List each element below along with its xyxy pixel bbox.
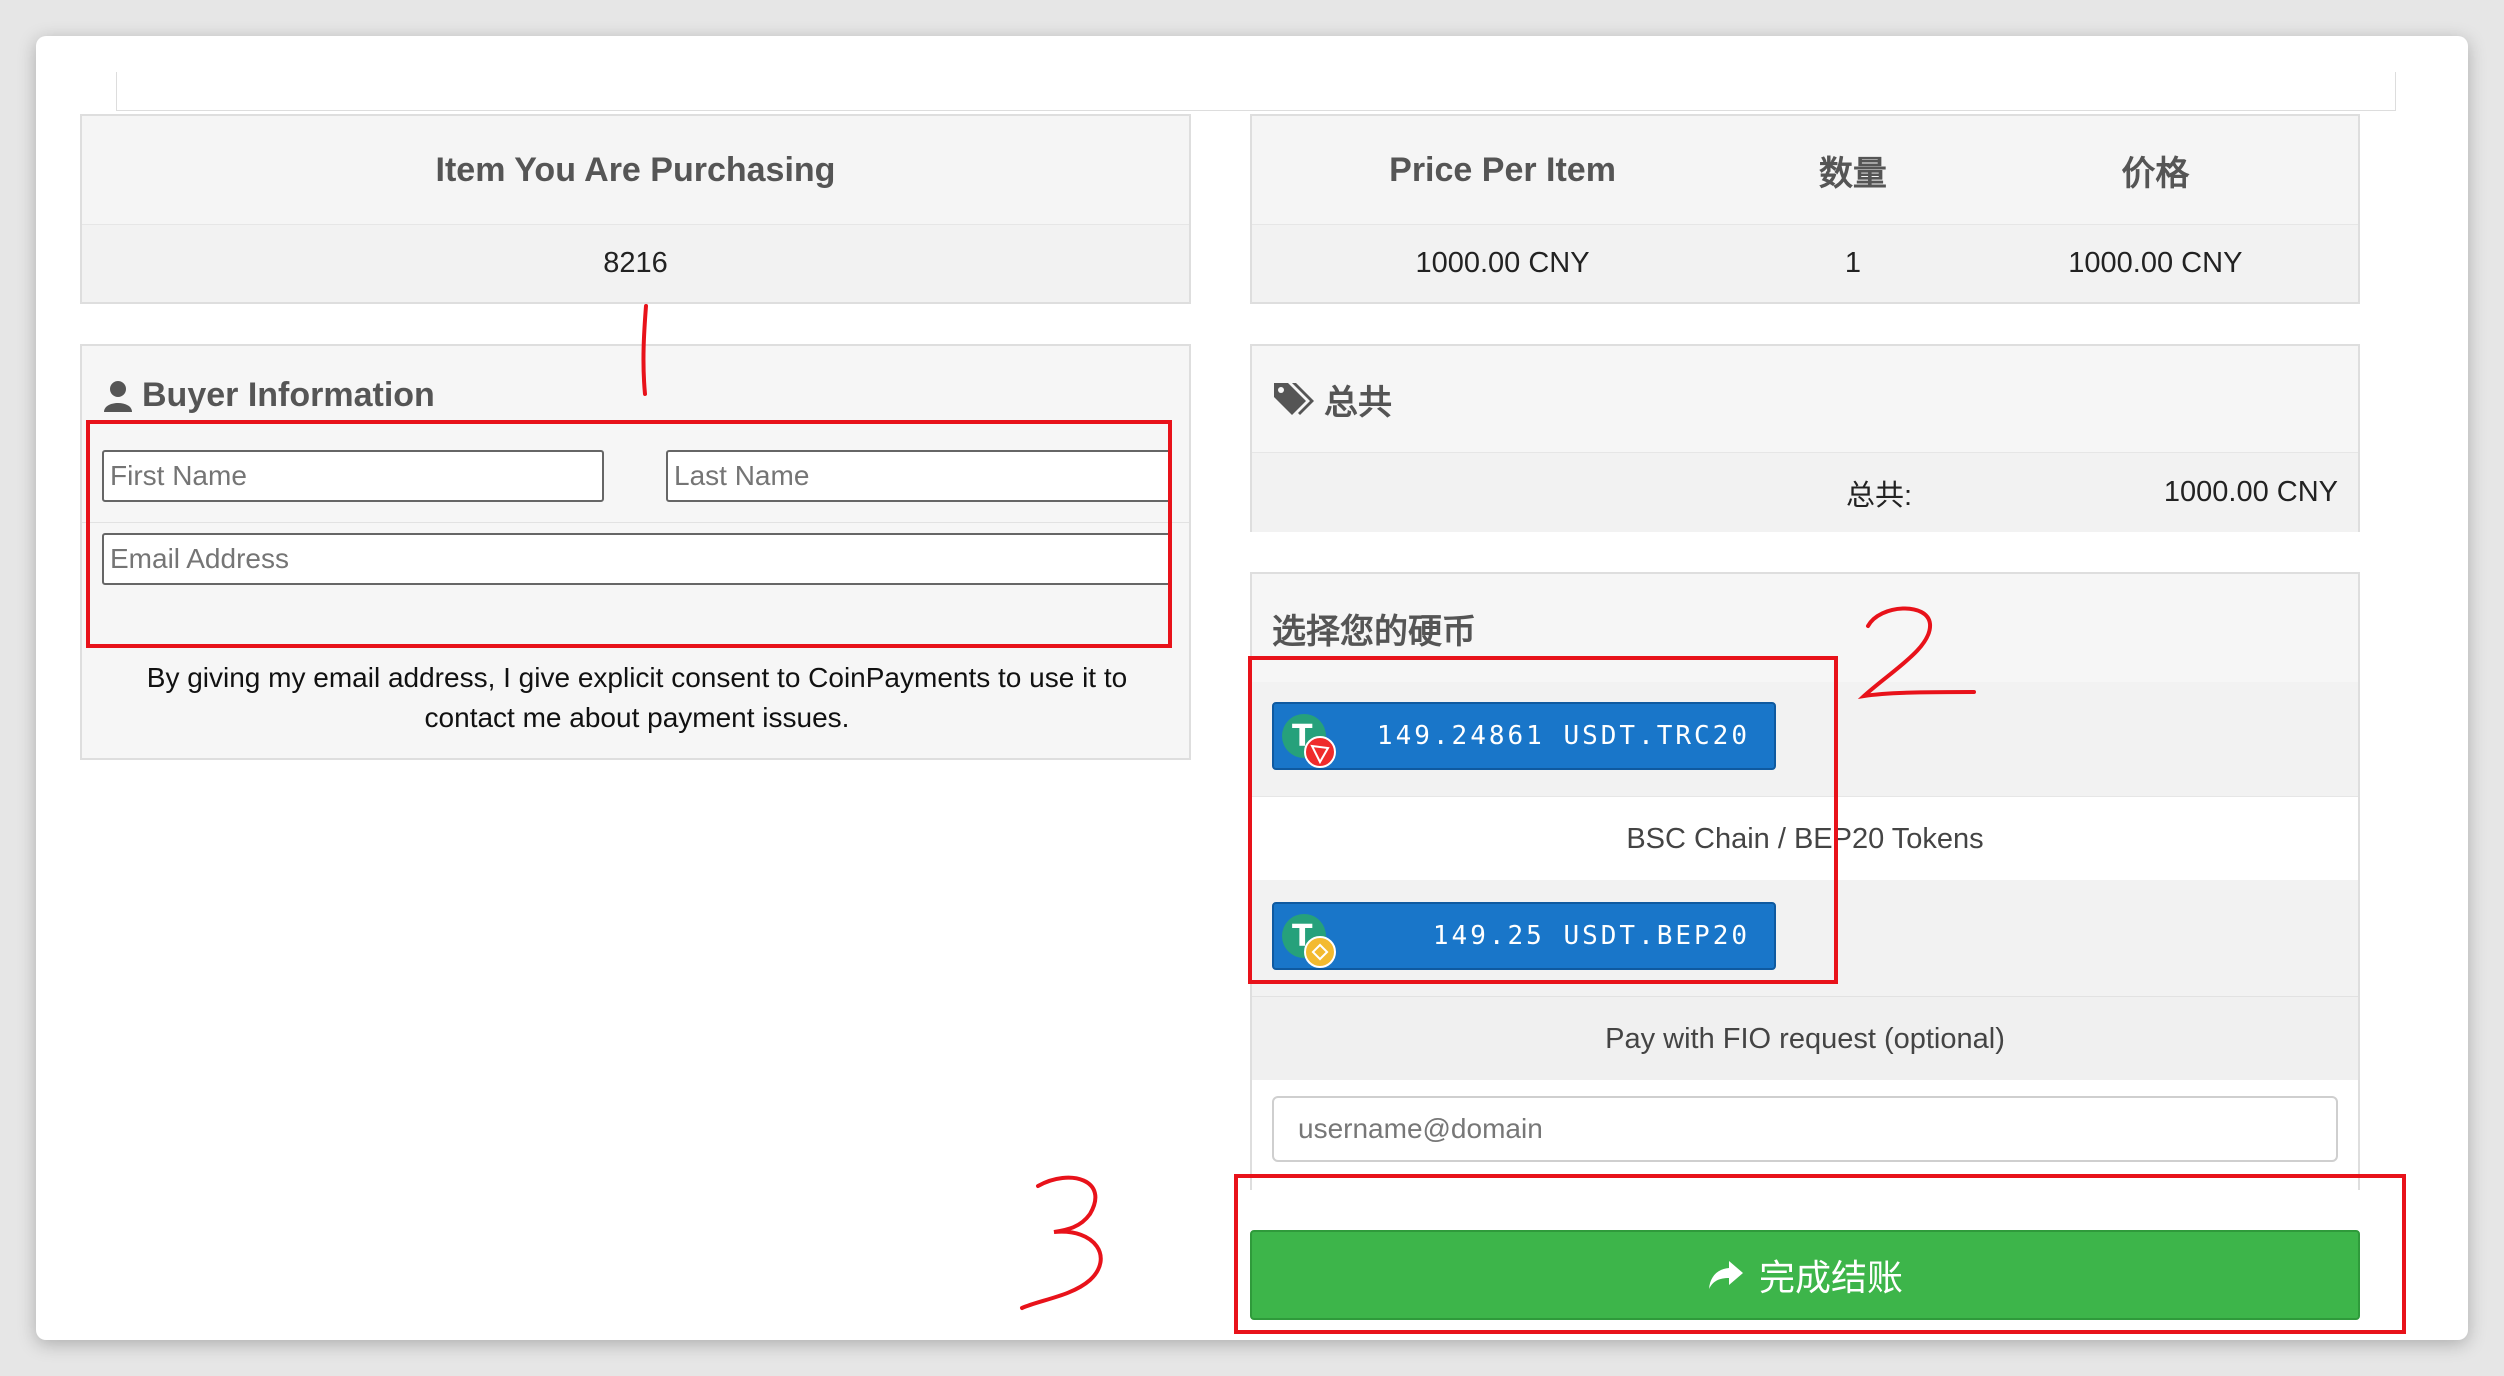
fio-address-input[interactable] [1272,1096,2338,1162]
last-name-input[interactable] [666,450,1172,502]
header-quantity: 数量 [1818,154,1887,193]
header-price-per-item: Price Per Item [1389,150,1616,189]
total-row: 总共: 1000.00 CNY [1252,452,2358,532]
usdt-trc20-label: 149.24861 USDT.TRC20 [1376,721,1750,751]
bsc-chain-label: BSC Chain / BEP20 Tokens [1252,796,2358,882]
price-panel: Price Per Item 数量 价格 1000.00 CNY 1 1000.… [1250,114,2360,304]
bep20-row: T 149.25 USDT.BEP20 [1252,880,2358,996]
share-arrow-icon [1708,1261,1743,1289]
buyer-info-title: Buyer Information [142,376,435,414]
user-icon [104,380,132,412]
email-consent-text: By giving my email address, I give expli… [146,662,1128,733]
email-input[interactable] [102,533,1172,585]
coin-select-title: 选择您的硬币 [1252,574,2358,682]
coin-select-panel: 选择您的硬币 T 149.24861 USDT.TRC20 BSC Chain … [1250,572,2360,1192]
total-panel: 总共 总共: 1000.00 CNY [1250,344,2360,532]
email-row [82,523,1189,605]
usdt-bep20-label: 149.25 USDT.BEP20 [1432,921,1750,951]
buyer-info-title-wrap: Buyer Information [102,376,435,415]
first-name-input[interactable] [102,450,604,502]
usdt-bep20-icon: T [1282,914,1336,968]
usdt-bep20-button[interactable]: T 149.25 USDT.BEP20 [1272,902,1776,970]
buyer-form [82,426,1189,605]
item-panel-header: Item You Are Purchasing [82,116,1189,224]
price-panel-header: Price Per Item 数量 价格 [1252,116,2358,224]
buyer-info-panel: Buyer Information By giving my email add… [80,344,1191,760]
total-value: 1000.00 CNY [2163,476,2338,508]
usdt-trc20-icon: T [1282,714,1336,768]
price-row: 1000.00 CNY 1 1000.00 CNY [1252,224,2358,302]
tags-icon [1274,383,1314,415]
total-label: 总共: [1845,479,1912,512]
total-header: 总共 [1252,346,2358,452]
header-price: 价格 [2121,154,2190,193]
name-row [82,426,1189,523]
price-per-item-value: 1000.00 CNY [1415,247,1590,279]
item-panel: Item You Are Purchasing 8216 [80,114,1191,304]
total-title: 总共 [1324,383,1392,422]
trc20-row: T 149.24861 USDT.TRC20 [1252,682,2358,796]
quantity-value: 1 [1844,247,1861,279]
top-panel-edge [116,72,2396,111]
fio-input-row [1252,1080,2358,1192]
complete-checkout-label: 完成结账 [1758,1257,1903,1298]
complete-checkout-button[interactable]: 完成结账 [1250,1230,2360,1320]
usdt-trc20-button[interactable]: T 149.24861 USDT.TRC20 [1272,702,1776,770]
item-id: 8216 [82,224,1189,302]
price-value: 1000.00 CNY [2068,247,2243,279]
fio-label: Pay with FIO request (optional) [1252,996,2358,1081]
